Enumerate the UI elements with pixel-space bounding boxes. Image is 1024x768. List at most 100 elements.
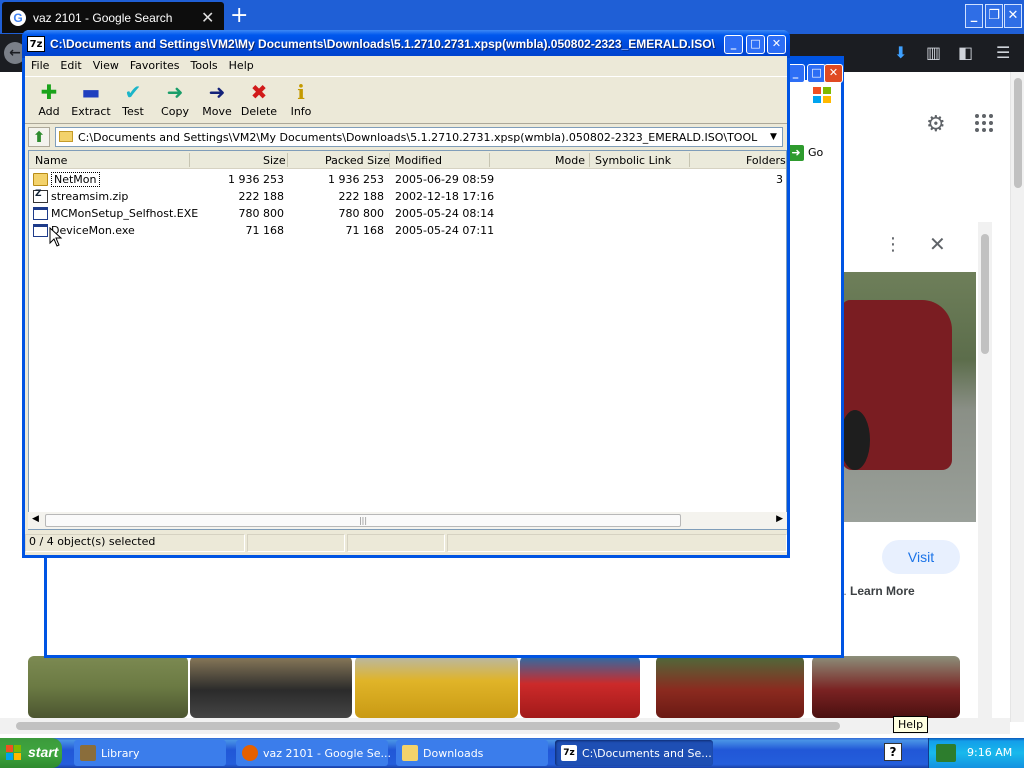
network-icon[interactable] bbox=[936, 744, 956, 762]
extract-button[interactable]: ▬ Extract bbox=[70, 79, 112, 123]
minimize-icon[interactable]: _ bbox=[965, 4, 983, 28]
browser-tab[interactable]: G vaz 2101 - Google Search ✕ bbox=[2, 2, 224, 33]
image-thumb[interactable] bbox=[28, 656, 188, 718]
scroll-left-icon[interactable]: ◀ bbox=[32, 514, 39, 524]
file-name: streamsim.zip bbox=[51, 190, 129, 203]
image-thumb[interactable] bbox=[812, 656, 960, 718]
address-field[interactable]: C:\Documents and Settings\VM2\My Documen… bbox=[55, 127, 783, 147]
taskbar: start Library vaz 2101 - Google Se... Do… bbox=[0, 738, 1024, 768]
extract-icon: ▬ bbox=[81, 80, 101, 104]
help-tooltip: Help bbox=[893, 716, 929, 733]
file-row[interactable]: streamsim.zip 222 188 222 188 2002-12-18… bbox=[29, 188, 786, 205]
tab-strip: G vaz 2101 - Google Search ✕ + _ ❐ ✕ bbox=[0, 0, 1024, 34]
file-packed-size: 71 168 bbox=[345, 224, 385, 237]
go-button[interactable]: ➜ Go bbox=[788, 145, 840, 165]
delete-label: Delete bbox=[240, 105, 278, 118]
copy-button[interactable]: ➜ Copy bbox=[154, 79, 196, 123]
menu-favorites[interactable]: Favorites bbox=[124, 56, 185, 72]
learn-more-label: Learn More bbox=[850, 584, 915, 598]
exe-file-icon bbox=[33, 207, 48, 220]
file-row[interactable]: NetMon 1 936 253 1 936 253 2005-06-29 08… bbox=[29, 171, 786, 188]
task-firefox[interactable]: vaz 2101 - Google Se... bbox=[236, 740, 391, 766]
file-list[interactable]: Name Size Packed Size Modified Mode Symb… bbox=[28, 150, 787, 530]
page-scrollbar[interactable] bbox=[1010, 72, 1024, 722]
move-button[interactable]: ➜ Move bbox=[196, 79, 238, 123]
panel-scrollbar[interactable] bbox=[978, 222, 992, 718]
list-horizontal-scrollbar[interactable]: ◀ ||| ▶ bbox=[28, 512, 787, 529]
task-label: C:\Documents and Se... bbox=[582, 747, 712, 760]
maximize-icon[interactable]: ❐ bbox=[985, 4, 1003, 28]
menu-edit[interactable]: Edit bbox=[54, 56, 86, 72]
folder-icon bbox=[33, 173, 48, 186]
learn-more-link[interactable]: t. Learn More bbox=[840, 584, 915, 598]
delete-button[interactable]: ✖ Delete bbox=[238, 79, 280, 123]
menu-help[interactable]: Help bbox=[223, 56, 259, 72]
info-label: Info bbox=[290, 105, 312, 118]
more-icon[interactable]: ⋮ bbox=[884, 234, 902, 255]
file-row[interactable]: DeviceMon.exe 71 168 71 168 2005-05-24 0… bbox=[29, 222, 786, 239]
apps-icon[interactable] bbox=[975, 114, 993, 132]
tab-close-icon[interactable]: ✕ bbox=[201, 8, 214, 27]
start-label: start bbox=[28, 744, 59, 760]
sidebar-icon[interactable]: ◧ bbox=[958, 43, 973, 62]
file-name: MCMonSetup_Selfhost.EXE bbox=[51, 207, 199, 220]
maximize-icon[interactable]: □ bbox=[746, 35, 765, 54]
menu-tools[interactable]: Tools bbox=[185, 56, 223, 72]
start-button[interactable]: start bbox=[0, 738, 62, 768]
tab-title: vaz 2101 - Google Search bbox=[33, 11, 173, 25]
menu-icon[interactable]: ☰ bbox=[996, 43, 1010, 62]
close-icon[interactable]: ✕ bbox=[767, 35, 786, 54]
column-folders[interactable]: Folders bbox=[746, 154, 786, 167]
file-modified: 2005-05-24 08:14 bbox=[395, 207, 495, 220]
menu-view[interactable]: View bbox=[87, 56, 124, 72]
move-label: Move bbox=[202, 105, 232, 118]
library-icon[interactable]: ▥ bbox=[926, 43, 941, 62]
column-packed-size[interactable]: Packed Size bbox=[325, 154, 390, 167]
minimize-icon[interactable]: _ bbox=[724, 35, 743, 54]
file-name: DeviceMon.exe bbox=[51, 224, 135, 237]
folder-icon bbox=[402, 745, 418, 761]
task-sevenzip[interactable]: 7z C:\Documents and Se... bbox=[555, 740, 713, 766]
column-name[interactable]: Name bbox=[35, 154, 67, 167]
close-icon[interactable]: ✕ bbox=[824, 64, 843, 83]
visit-button[interactable]: Visit bbox=[882, 540, 960, 574]
task-downloads[interactable]: Downloads bbox=[396, 740, 548, 766]
task-library[interactable]: Library bbox=[74, 740, 226, 766]
scroll-right-icon[interactable]: ▶ bbox=[776, 514, 783, 524]
scroll-thumb[interactable]: ||| bbox=[45, 514, 681, 527]
menu-file[interactable]: File bbox=[25, 56, 54, 72]
sevenzip-logo-icon: 7z bbox=[27, 36, 45, 52]
chevron-down-icon[interactable]: ▼ bbox=[765, 128, 782, 146]
page-horizontal-scrollbar[interactable] bbox=[0, 718, 1010, 734]
file-folders: 3 bbox=[776, 173, 783, 186]
column-size[interactable]: Size bbox=[263, 154, 286, 167]
close-icon[interactable]: ✕ bbox=[929, 232, 946, 256]
image-thumb[interactable] bbox=[520, 656, 640, 718]
help-icon[interactable]: ? bbox=[884, 743, 902, 761]
download-icon[interactable]: ⬇ bbox=[894, 43, 907, 62]
image-thumb[interactable] bbox=[656, 656, 804, 718]
image-thumb[interactable] bbox=[355, 656, 518, 718]
info-button[interactable]: i Info bbox=[280, 79, 322, 123]
new-tab-icon[interactable]: + bbox=[230, 3, 248, 28]
sevenzip-window: 7z C:\Documents and Settings\VM2\My Docu… bbox=[22, 30, 790, 558]
window-title: C:\Documents and Settings\VM2\My Documen… bbox=[50, 37, 715, 51]
windows-logo-icon bbox=[813, 87, 831, 103]
image-thumb[interactable] bbox=[190, 656, 352, 718]
column-symbolic-link[interactable]: Symbolic Link bbox=[595, 154, 671, 167]
gear-icon[interactable]: ⚙ bbox=[926, 112, 946, 137]
test-button[interactable]: ✔ Test bbox=[112, 79, 154, 123]
file-packed-size: 780 800 bbox=[338, 207, 385, 220]
add-icon: ✚ bbox=[40, 80, 58, 104]
file-row[interactable]: MCMonSetup_Selfhost.EXE 780 800 780 800 … bbox=[29, 205, 786, 222]
folder-up-icon[interactable]: ⬆ bbox=[28, 127, 50, 147]
close-icon[interactable]: ✕ bbox=[1004, 4, 1022, 28]
column-mode[interactable]: Mode bbox=[555, 154, 585, 167]
file-size: 780 800 bbox=[238, 207, 285, 220]
file-size: 1 936 253 bbox=[228, 173, 284, 186]
task-label: Library bbox=[101, 747, 140, 760]
add-button[interactable]: ✚ Add bbox=[28, 79, 70, 123]
list-header: Name Size Packed Size Modified Mode Symb… bbox=[29, 151, 786, 169]
column-modified[interactable]: Modified bbox=[395, 154, 442, 167]
sevenzip-titlebar[interactable]: 7z C:\Documents and Settings\VM2\My Docu… bbox=[22, 30, 790, 58]
